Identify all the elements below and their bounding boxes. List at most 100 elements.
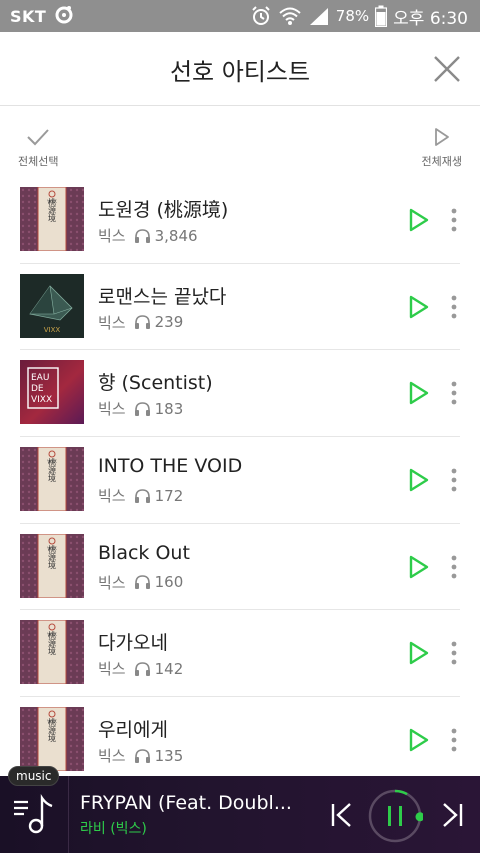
play-count: 142 [134,660,183,678]
song-row[interactable]: EAU DE VIXX 향 (Scentist) 빅스 183 [20,350,460,438]
check-icon [27,129,49,146]
next-button[interactable] [440,802,464,828]
play-icon [409,555,429,578]
song-artist: 빅스 [98,573,126,592]
action-row: 전체선택 전체재생 [0,107,480,177]
play-count: 160 [134,573,183,591]
cover-hanja-text: 桃源境 [48,630,57,656]
close-icon [434,56,460,82]
alarm-icon [250,5,272,27]
headphones-icon [134,575,150,590]
play-button[interactable] [408,207,430,233]
more-options-button[interactable] [448,207,460,233]
cover-text-line: EAU [31,373,49,383]
page-title: 선호 아티스트 [169,58,311,86]
select-all-button[interactable]: 전체선택 [18,127,58,169]
song-row[interactable]: VIXX 桃源境 Black Out 빅스 160 [20,524,460,611]
cover-text-line: VIXX [31,395,52,405]
song-row[interactable]: VIXX 桃源境 도원경 (桃源境) 빅스 3,846 [20,177,460,264]
now-playing-title[interactable]: FRYPAN (Feat. Doubl... [80,792,292,814]
play-all-label: 전체재생 [421,155,462,168]
song-artist: 빅스 [98,227,126,245]
pause-icon [368,789,425,843]
song-meta: 빅스 142 [98,658,183,679]
more-options-button[interactable] [448,467,460,493]
battery-label: 78% [335,7,370,25]
album-thumbnail[interactable]: VIXX 桃源境 [20,620,84,685]
play-all-button[interactable]: 전체재생 [422,127,462,169]
headphones-icon [134,748,150,763]
more-options-button[interactable] [448,554,460,580]
previous-button[interactable] [330,802,354,828]
more-options-button[interactable] [448,727,460,753]
status-bar: SKT 78% 오후 6:30 [0,0,480,32]
cover-brand-text: VIXX [44,326,61,334]
play-icon [409,208,429,232]
play-icon [409,728,429,752]
play-button[interactable] [408,554,430,580]
album-thumbnail[interactable]: EAU DE VIXX [20,360,84,425]
album-thumbnail[interactable]: VIXX [20,273,84,338]
album-cover-art: EAU DE VIXX [20,360,84,425]
pause-button[interactable] [367,788,425,844]
cover-hanja-text: 桃源境 [48,197,57,223]
signal-icon [308,6,330,26]
play-button[interactable] [408,727,430,753]
song-title: 향 (Scentist) [98,372,213,395]
headphones-icon [134,315,150,330]
play-outline-icon [434,128,449,146]
cover-text-line: DE [31,384,44,394]
album-thumbnail[interactable]: VIXX 桃源境 [20,707,84,772]
close-button[interactable] [432,54,462,84]
song-row[interactable]: VIXX 로맨스는 끝났다 빅스 239 [20,264,460,351]
song-title: INTO THE VOID [98,455,243,478]
mini-player: music FRYPAN (Feat. Doubl... 라비 (빅스) [0,766,480,853]
song-title: 다가오네 [98,632,168,655]
song-title: 로맨스는 끝났다 [98,285,227,308]
play-count-value: 135 [154,746,184,765]
play-button[interactable] [408,380,430,406]
playlist-note-icon [14,794,53,834]
song-meta: 빅스 160 [98,572,183,593]
wifi-icon [278,6,302,26]
song-meta: 빅스 239 [98,312,183,333]
play-count: 3,846 [134,227,198,245]
song-artist: 빅스 [98,747,126,766]
play-count: 239 [134,313,183,331]
song-row[interactable]: VIXX 桃源境 우리에게 빅스 135 [20,697,460,784]
play-button[interactable] [408,294,430,320]
headphones-icon [134,488,150,503]
play-count: 135 [134,746,184,765]
album-thumbnail[interactable]: VIXX 桃源境 [20,533,84,598]
more-vertical-icon [451,555,457,579]
more-options-button[interactable] [448,380,460,406]
play-button[interactable] [408,640,430,666]
headphones-icon [134,402,150,416]
song-artist: 빅스 [98,660,126,679]
play-count: 172 [134,487,183,505]
select-all-label: 전체선택 [18,155,59,168]
song-meta: 빅스 135 [98,745,183,766]
more-vertical-icon [451,468,457,492]
cover-hanja-text: 桃源境 [48,717,57,743]
play-count: 183 [134,400,183,418]
song-meta: 빅스 172 [98,485,183,506]
status-bar-right: 78% 오후 6:30 [250,4,480,29]
album-thumbnail[interactable]: VIXX 桃源境 [20,447,84,512]
song-row[interactable]: VIXX 桃源境 다가오네 빅스 142 [20,610,460,698]
more-vertical-icon [451,381,457,405]
player-divider [68,776,69,853]
music-menu-button[interactable] [12,792,56,836]
album-thumbnail[interactable]: VIXX 桃源境 [20,187,84,251]
cover-hanja-text: 桃源境 [48,544,57,570]
play-button[interactable] [408,467,430,493]
song-row[interactable]: VIXX 桃源境 INTO THE VOID 빅스 172 [20,437,460,524]
previous-icon [331,803,351,827]
more-options-button[interactable] [448,640,460,666]
play-count-value: 3,846 [154,226,198,245]
more-vertical-icon [451,642,457,665]
more-options-button[interactable] [448,294,460,320]
more-vertical-icon [451,728,457,752]
carrier-label: SKT [10,6,47,26]
play-icon [409,468,429,492]
